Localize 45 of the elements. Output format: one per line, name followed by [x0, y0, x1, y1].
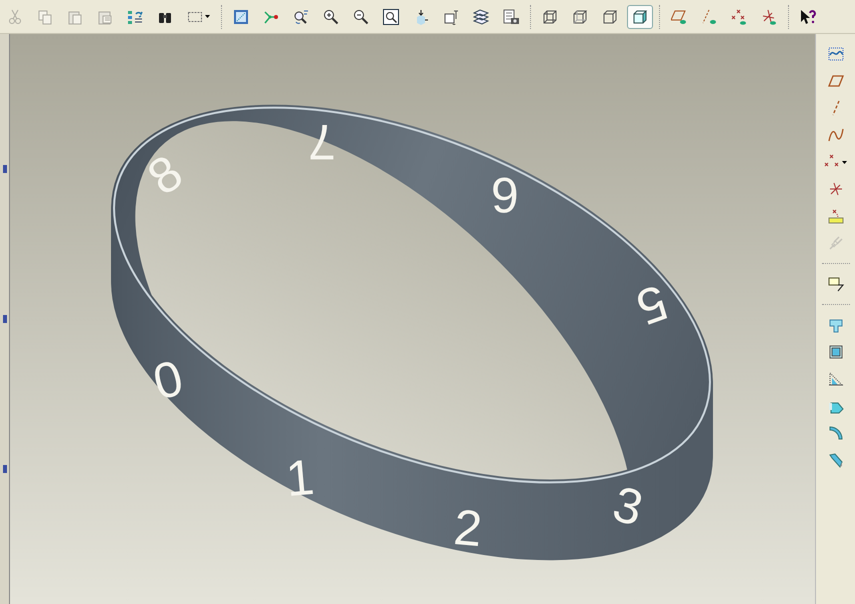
caret-icon	[205, 15, 210, 18]
coordinate-system-icon	[828, 181, 844, 197]
ruler-points-icon	[828, 208, 844, 224]
ring-numeral: 7	[308, 122, 336, 162]
scissors-icon	[7, 8, 23, 24]
chamfer-icon	[828, 452, 844, 468]
curve-icon	[828, 127, 844, 143]
axis-eye-icon	[701, 8, 717, 24]
sketch-curve-icon	[828, 46, 844, 62]
chain-icon	[828, 235, 844, 251]
help-pointer-icon	[800, 8, 816, 24]
ring-numeral: 5	[632, 281, 672, 329]
points-eye-icon	[731, 8, 747, 24]
coordinate-system-eye-icon	[761, 8, 777, 24]
copy-icon	[37, 8, 53, 24]
zoom-fit-icon	[383, 8, 399, 24]
paste-icon	[67, 8, 83, 24]
hole-icon	[828, 317, 844, 333]
parallelogram-icon	[828, 73, 844, 89]
ring-numeral: 6	[491, 175, 519, 215]
magnifier-arrows-icon	[293, 8, 309, 24]
cube-outline-icon	[602, 8, 618, 24]
wireframe-cube-icon	[542, 8, 558, 24]
round-icon	[828, 425, 844, 441]
plane-eye-icon	[671, 8, 687, 24]
ring-numeral: 3	[609, 483, 647, 529]
list-arrows-icon	[127, 8, 143, 24]
shaded-cube-icon	[632, 8, 648, 24]
paste-special-icon	[97, 8, 113, 24]
ring-numeral: 2	[452, 506, 484, 550]
zoom-out-icon	[353, 8, 369, 24]
rib-icon	[828, 371, 844, 387]
note-arrow-icon	[828, 276, 844, 292]
ring-numeral: 1	[284, 456, 316, 500]
table-camera-icon	[503, 8, 519, 24]
shaded-cube-button[interactable]	[627, 4, 653, 28]
ring-numeral: 8	[142, 150, 188, 200]
caret-icon	[842, 160, 847, 164]
node-link-icon	[263, 8, 279, 24]
repaint-icon	[233, 8, 249, 24]
shell-icon	[828, 344, 844, 360]
layers-icon	[473, 8, 489, 24]
ring-numeral: 0	[149, 357, 187, 403]
hidden-line-cube-icon	[572, 8, 588, 24]
zoom-in-icon	[323, 8, 339, 24]
